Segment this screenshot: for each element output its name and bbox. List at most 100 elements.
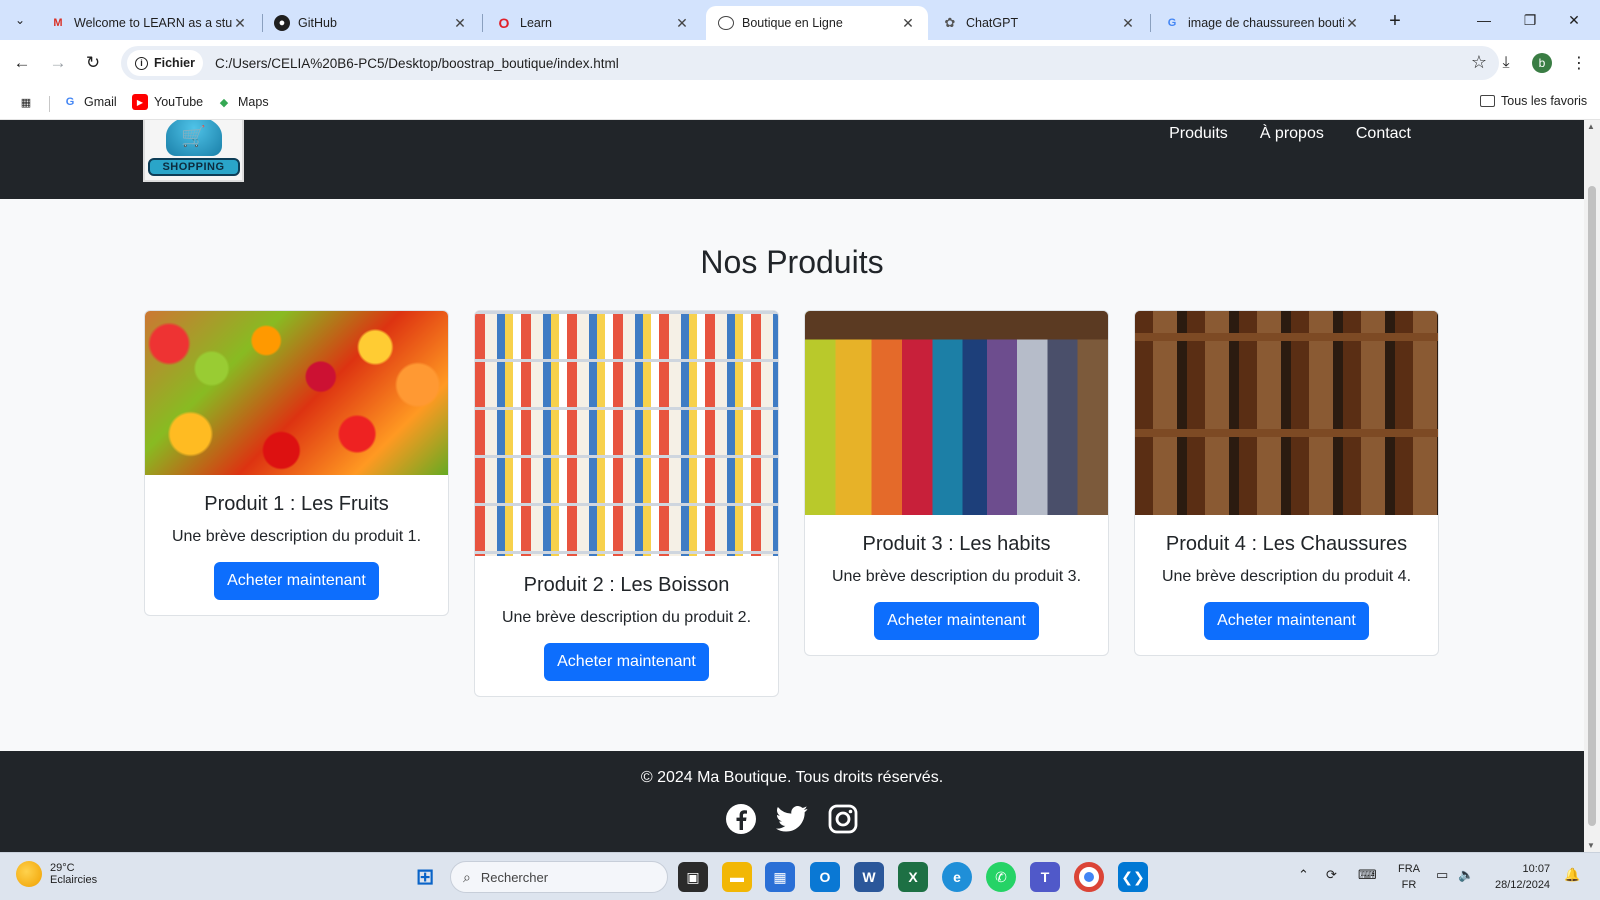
product-title: Produit 4 : Les Chaussures (1165, 533, 1408, 555)
restore-icon[interactable]: ❐ (1508, 6, 1552, 34)
bookmark-maps[interactable]: ◆ Maps (216, 94, 269, 110)
volume-icon[interactable]: 🔈 (1458, 867, 1474, 883)
chrome-icon[interactable] (1074, 862, 1104, 892)
product-image-drinks (475, 311, 778, 556)
search-icon: ⌕ (463, 868, 471, 885)
logo-text: SHOPPING (147, 158, 240, 176)
site-nav-links: Produits À propos Contact (1169, 120, 1411, 148)
address-bar[interactable]: i Fichier C:/Users/CELIA%20B6-PC5/Deskto… (121, 46, 1499, 80)
twitter-icon[interactable] (776, 803, 808, 835)
close-icon[interactable]: ✕ (232, 15, 248, 32)
show-hidden-icons-chevron-icon[interactable]: ⌃ (1298, 867, 1309, 883)
bookmark-star-icon[interactable]: ☆ (1471, 52, 1487, 73)
browser-tabstrip: ⌄ M Welcome to LEARN as a stud ✕ ● GitHu… (0, 0, 1600, 40)
edge-icon[interactable]: e (942, 862, 972, 892)
apps-grid-icon[interactable]: ▦ (18, 94, 40, 110)
product-card-2: Produit 2 : Les Boisson Une brève descri… (474, 310, 779, 697)
tab-boutique[interactable]: Boutique en Ligne ✕ (706, 6, 928, 40)
keyboard-icon[interactable]: ⌨ (1358, 867, 1377, 883)
profile-avatar[interactable]: b (1532, 53, 1552, 73)
learn-icon: O (498, 15, 510, 31)
download-icon[interactable]: ⤓ (1493, 50, 1519, 76)
google-icon: G (1167, 17, 1177, 29)
site-info-chip[interactable]: i Fichier (127, 50, 203, 76)
tab-search-chevron-icon[interactable]: ⌄ (8, 8, 32, 32)
bookmarks-bar: ▦ G Gmail ▶ YouTube ◆ Maps Tous les favo… (0, 86, 1600, 120)
network-icon[interactable]: ▭ (1436, 867, 1448, 883)
back-arrow-icon[interactable]: ← (9, 50, 35, 76)
nav-link-produits[interactable]: Produits (1169, 120, 1228, 148)
bookmark-gmail[interactable]: G Gmail (62, 94, 117, 110)
search-placeholder: Rechercher (480, 869, 549, 885)
bookmark-youtube[interactable]: ▶ YouTube (132, 94, 203, 110)
input-language[interactable]: FRA FR (1398, 861, 1420, 893)
buy-now-button[interactable]: Acheter maintenant (1204, 602, 1369, 640)
product-image-fruits (145, 311, 448, 475)
tab-chatgpt[interactable]: ✿ ChatGPT ✕ (930, 6, 1148, 40)
nav-link-a-propos[interactable]: À propos (1260, 120, 1324, 148)
whatsapp-icon[interactable]: ✆ (986, 862, 1016, 892)
buy-now-button[interactable]: Acheter maintenant (874, 602, 1039, 640)
section-title: Nos Produits (700, 244, 884, 280)
vscode-icon[interactable]: ❮❯ (1118, 862, 1148, 892)
reload-icon[interactable]: ↻ (80, 50, 106, 76)
close-icon[interactable]: ✕ (1120, 15, 1136, 32)
product-image-shoes (1135, 311, 1438, 515)
scroll-up-arrow-icon[interactable]: ▲ (1587, 122, 1595, 131)
tab-title: Welcome to LEARN as a stud (74, 16, 232, 30)
scrollbar-thumb[interactable] (1588, 186, 1596, 826)
more-menu-icon[interactable]: ⋮ (1566, 50, 1592, 76)
close-icon[interactable]: ✕ (452, 15, 468, 32)
store-icon[interactable]: ▦ (765, 862, 795, 892)
url-text[interactable]: C:/Users/CELIA%20B6-PC5/Desktop/boostrap… (215, 56, 619, 71)
new-tab-plus-icon[interactable]: + (1382, 8, 1408, 34)
weather-widget[interactable]: 29°C Eclaircies (16, 861, 97, 887)
tab-google-images[interactable]: G image de chaussureen bouti ✕ (1152, 6, 1372, 40)
taskbar-search[interactable]: ⌕ Rechercher (450, 861, 668, 893)
tab-learn[interactable]: O Learn ✕ (484, 6, 702, 40)
google-icon: G (65, 96, 75, 108)
github-icon: ● (274, 15, 290, 31)
forward-arrow-icon[interactable]: → (45, 50, 71, 76)
windows-start-icon[interactable]: ⊞ (410, 862, 440, 892)
outlook-icon[interactable]: O (810, 862, 840, 892)
close-icon[interactable]: ✕ (1344, 15, 1360, 32)
instagram-icon[interactable] (827, 803, 859, 835)
product-card-1: Produit 1 : Les Fruits Une brève descrip… (144, 310, 449, 616)
product-card-4: Produit 4 : Les Chaussures Une brève des… (1134, 310, 1439, 656)
tab-title: Learn (520, 16, 552, 30)
file-explorer-icon[interactable]: ▬ (722, 862, 752, 892)
product-title: Produit 3 : Les habits (862, 533, 1051, 555)
buy-now-button[interactable]: Acheter maintenant (214, 562, 379, 600)
product-title: Produit 2 : Les Boisson (523, 574, 730, 596)
scroll-down-arrow-icon[interactable]: ▼ (1587, 841, 1595, 850)
shopping-cart-icon: 🛒 (165, 120, 222, 156)
tab-github[interactable]: ● GitHub ✕ (262, 6, 480, 40)
minimize-icon[interactable]: — (1462, 6, 1506, 34)
teams-icon[interactable]: T (1030, 862, 1060, 892)
product-description: Une brève description du produit 4. (1161, 568, 1412, 585)
buy-now-button[interactable]: Acheter maintenant (544, 643, 709, 681)
task-view-icon[interactable]: ▣ (678, 862, 708, 892)
info-icon: i (135, 56, 148, 70)
window-close-icon[interactable]: ✕ (1552, 6, 1596, 34)
site-footer: © 2024 Ma Boutique. Tous droits réservés… (0, 751, 1584, 852)
nav-link-contact[interactable]: Contact (1356, 120, 1411, 148)
word-icon[interactable]: W (854, 862, 884, 892)
gmail-icon: M (53, 17, 63, 29)
copyright-text: © 2024 Ma Boutique. Tous droits réservés… (640, 769, 944, 786)
close-icon[interactable]: ✕ (900, 15, 916, 32)
close-icon[interactable]: ✕ (674, 15, 690, 32)
sync-icon[interactable]: ⟳ (1326, 867, 1337, 883)
tab-gmail[interactable]: M Welcome to LEARN as a stud ✕ (38, 6, 260, 40)
facebook-icon[interactable] (725, 803, 757, 835)
excel-icon[interactable]: X (898, 862, 928, 892)
weather-sun-icon (16, 861, 42, 887)
page-scrollbar[interactable]: ▲ ▼ (1584, 120, 1600, 852)
all-bookmarks[interactable]: Tous les favoris (1480, 94, 1587, 108)
notification-bell-icon[interactable]: 🔔 (1564, 867, 1580, 883)
page-viewport: 🛒 SHOPPING Produits À propos Contact Nos… (0, 120, 1584, 852)
browser-toolbar: ← → ↻ i Fichier C:/Users/CELIA%20B6-PC5/… (0, 40, 1600, 86)
system-clock[interactable]: 10:07 28/12/2024 (1495, 861, 1550, 893)
shopping-logo[interactable]: 🛒 SHOPPING (143, 120, 244, 182)
